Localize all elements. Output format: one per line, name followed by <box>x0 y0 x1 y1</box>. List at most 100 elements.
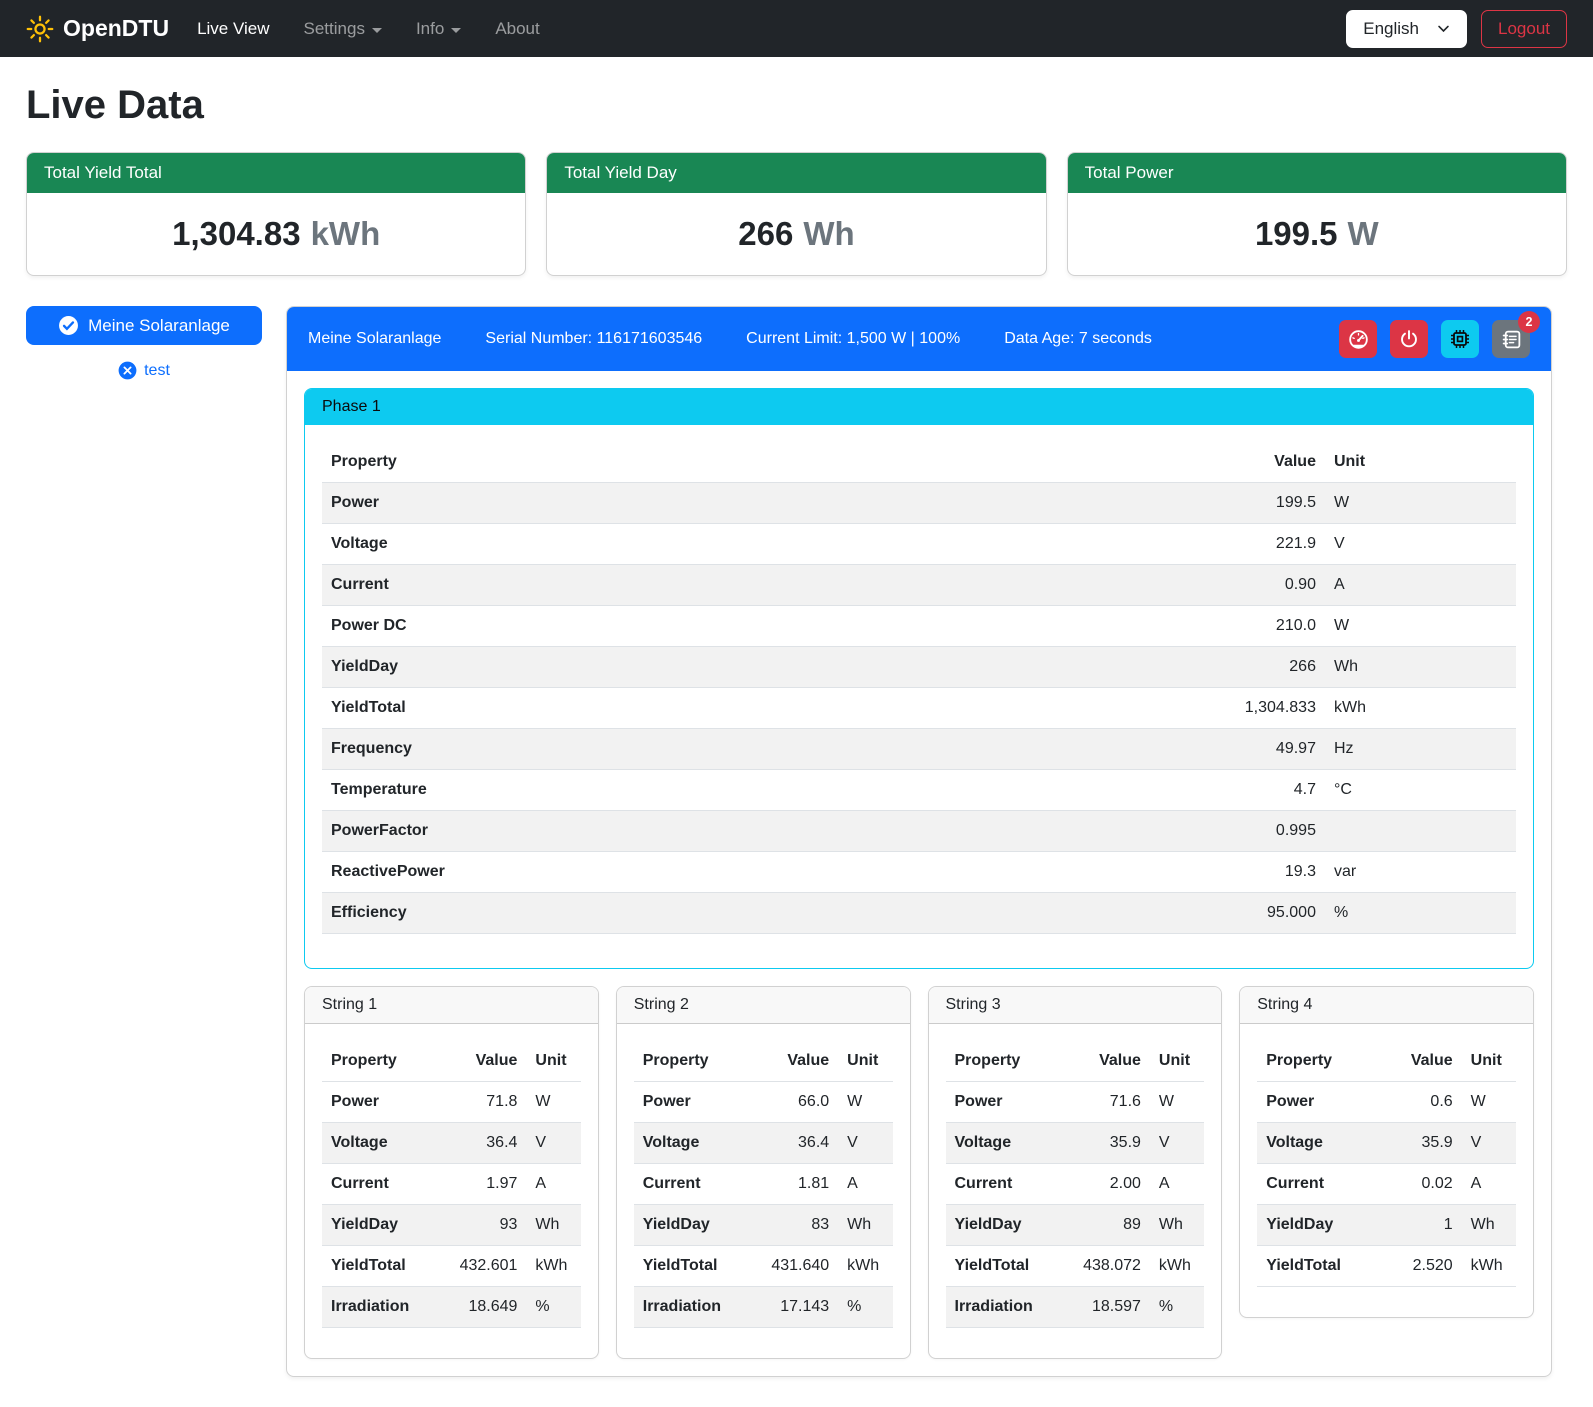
table-row: Power DC210.0W <box>322 606 1516 647</box>
property-cell: Temperature <box>322 770 1194 811</box>
table-header-row: Property Value Unit <box>946 1041 1205 1082</box>
power-button[interactable] <box>1390 320 1428 358</box>
language-select[interactable]: English <box>1346 10 1467 48</box>
table-row: YieldDay266Wh <box>322 647 1516 688</box>
logout-button[interactable]: Logout <box>1481 10 1567 48</box>
value-cell: 83 <box>750 1205 838 1246</box>
unit-cell: V <box>1150 1123 1204 1164</box>
property-cell: Efficiency <box>322 893 1194 934</box>
nav-item-info[interactable]: Info <box>416 19 461 39</box>
inverter-alt-link[interactable]: test <box>26 361 262 380</box>
event-log-button[interactable]: 2 <box>1492 320 1530 358</box>
chevron-down-icon <box>451 28 461 33</box>
unit-cell: W <box>1325 483 1516 524</box>
table-row: Current0.02A <box>1257 1164 1516 1205</box>
property-cell: YieldTotal <box>634 1246 750 1287</box>
phase-body: Property Value Unit Power199.5WVoltage22… <box>305 425 1533 968</box>
inverter-data-age: Data Age: 7 seconds <box>1004 330 1152 348</box>
inverter-body: Phase 1 Property Value Unit Power199.5WV… <box>287 371 1551 1376</box>
table-row: Current1.81A <box>634 1164 893 1205</box>
column-header-unit: Unit <box>526 1041 580 1082</box>
nav-item-about[interactable]: About <box>495 19 539 39</box>
value-cell: 18.649 <box>438 1287 526 1328</box>
nav-item-settings[interactable]: Settings <box>304 19 382 39</box>
property-cell: Current <box>1257 1164 1373 1205</box>
property-cell: Irradiation <box>634 1287 750 1328</box>
nav-item-live-view[interactable]: Live View <box>197 19 269 39</box>
card-value-row: 199.5W <box>1068 193 1566 275</box>
value-cell: 19.3 <box>1194 852 1325 893</box>
inverter-serial: Serial Number: 116171603546 <box>485 330 702 348</box>
property-cell: YieldDay <box>946 1205 1062 1246</box>
string-table: Property Value Unit Power71.8WVoltage36.… <box>322 1041 581 1328</box>
property-cell: YieldDay <box>1257 1205 1373 1246</box>
limit-settings-button[interactable] <box>1339 320 1377 358</box>
unit-cell: A <box>838 1164 892 1205</box>
unit-cell: V <box>1325 524 1516 565</box>
unit-cell: W <box>838 1082 892 1123</box>
total-yield-total-card: Total Yield Total 1,304.83kWh <box>26 152 526 276</box>
page-container: Live Data Total Yield Total 1,304.83kWh … <box>0 57 1593 1407</box>
property-cell: YieldTotal <box>322 688 1194 729</box>
property-cell: YieldTotal <box>322 1246 438 1287</box>
sun-icon <box>26 15 54 43</box>
property-cell: YieldDay <box>322 1205 438 1246</box>
card-value-row: 1,304.83kWh <box>27 193 525 275</box>
property-cell: Frequency <box>322 729 1194 770</box>
value-cell: 0.995 <box>1194 811 1325 852</box>
column-header-value: Value <box>438 1041 526 1082</box>
column-header-value: Value <box>1062 1041 1150 1082</box>
inverter-header: Meine Solaranlage Serial Number: 1161716… <box>287 307 1551 371</box>
card-title: Total Yield Day <box>547 153 1045 193</box>
column-header-property: Property <box>322 442 1194 483</box>
table-row: Frequency49.97Hz <box>322 729 1516 770</box>
table-row: YieldTotal438.072kWh <box>946 1246 1205 1287</box>
value-cell: 431.640 <box>750 1246 838 1287</box>
table-header-row: Property Value Unit <box>634 1041 893 1082</box>
inverter-header-buttons: 2 <box>1339 320 1530 358</box>
table-row: YieldDay83Wh <box>634 1205 893 1246</box>
card-unit: W <box>1348 215 1379 252</box>
card-title: Total Yield Total <box>27 153 525 193</box>
table-row: YieldDay1Wh <box>1257 1205 1516 1246</box>
unit-cell: Wh <box>1150 1205 1204 1246</box>
unit-cell <box>1325 811 1516 852</box>
unit-cell: V <box>526 1123 580 1164</box>
property-cell: Voltage <box>946 1123 1062 1164</box>
check-circle-icon <box>58 315 79 336</box>
unit-cell: A <box>1462 1164 1516 1205</box>
content-row: Meine Solaranlage test Meine Solaranlage… <box>26 306 1567 1377</box>
property-cell: PowerFactor <box>322 811 1194 852</box>
brand[interactable]: OpenDTU <box>26 15 169 43</box>
table-row: YieldTotal2.520kWh <box>1257 1246 1516 1287</box>
unit-cell: A <box>1150 1164 1204 1205</box>
inverter-name: Meine Solaranlage <box>308 330 441 348</box>
device-info-button[interactable] <box>1441 320 1479 358</box>
property-cell: Power <box>946 1082 1062 1123</box>
column-header-value: Value <box>1374 1041 1462 1082</box>
table-row: Power71.8W <box>322 1082 581 1123</box>
property-cell: YieldTotal <box>1257 1246 1373 1287</box>
gauge-icon <box>1347 328 1370 351</box>
column-header-unit: Unit <box>1462 1041 1516 1082</box>
string-card-1: String 1 Property Value Unit <box>304 986 599 1359</box>
inverter-alt-label: test <box>144 362 170 380</box>
card-value: 266 <box>738 215 793 252</box>
string-title: String 4 <box>1240 987 1533 1024</box>
value-cell: 221.9 <box>1194 524 1325 565</box>
value-cell: 18.597 <box>1062 1287 1150 1328</box>
nav-item-label: About <box>495 19 539 39</box>
table-row: PowerFactor0.995 <box>322 811 1516 852</box>
table-row: Irradiation17.143% <box>634 1287 893 1328</box>
card-unit: kWh <box>311 215 381 252</box>
table-row: YieldTotal431.640kWh <box>634 1246 893 1287</box>
value-cell: 210.0 <box>1194 606 1325 647</box>
unit-cell: Wh <box>1325 647 1516 688</box>
table-row: YieldDay93Wh <box>322 1205 581 1246</box>
value-cell: 199.5 <box>1194 483 1325 524</box>
column-header-value: Value <box>1194 442 1325 483</box>
total-yield-day-card: Total Yield Day 266Wh <box>546 152 1046 276</box>
property-cell: Current <box>946 1164 1062 1205</box>
inverter-selected-button[interactable]: Meine Solaranlage <box>26 306 262 345</box>
property-cell: Power <box>1257 1082 1373 1123</box>
